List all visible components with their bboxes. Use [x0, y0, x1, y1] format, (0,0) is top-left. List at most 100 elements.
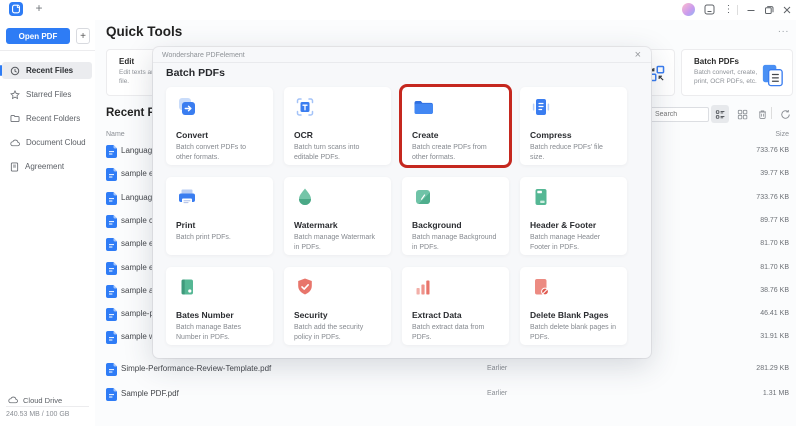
selection-indicator	[0, 137, 2, 148]
sidebar-item-recent-folders[interactable]: Recent Folders	[2, 110, 92, 127]
list-view-button[interactable]	[711, 105, 729, 123]
sidebar-item-agreement[interactable]: Agreement	[2, 158, 92, 175]
pdf-file-icon	[106, 388, 117, 406]
file-row[interactable]: Simple-Performance-Review-Template.pdf Ea…	[95, 360, 796, 378]
dialog-tool-create[interactable]: Create Batch create PDFs from other forma…	[402, 87, 509, 165]
file-size: 733.76 KB	[756, 194, 789, 201]
file-size: 38.76 KB	[760, 287, 789, 294]
pdf-file-icon	[106, 238, 117, 256]
file-name: sample a	[121, 286, 154, 295]
bates-number-icon	[176, 279, 198, 302]
open-pdf-button[interactable]: Open PDF	[6, 28, 70, 44]
tool-title: Convert	[176, 130, 209, 140]
sidebar-item-label: Document Cloud	[26, 138, 86, 147]
dialog-tool-compress[interactable]: Compress Batch reduce PDFs' file size.	[520, 87, 627, 165]
dialog-tool-background[interactable]: Background Batch manage Background in PDF…	[402, 177, 509, 255]
grid-view-button[interactable]	[733, 105, 751, 123]
avatar[interactable]	[682, 3, 695, 16]
sidebar-divider	[0, 50, 95, 51]
more-menu-icon[interactable]: ⋮	[722, 3, 735, 16]
file-name: sample e	[121, 169, 154, 178]
print-icon	[176, 189, 198, 212]
add-file-button[interactable]: +	[76, 28, 90, 44]
dialog-tool-ocr[interactable]: OCR Batch turn scans into editable PDFs.	[284, 87, 391, 165]
trash-icon[interactable]	[753, 105, 771, 123]
column-header-size[interactable]: Size	[775, 131, 789, 138]
sidebar-item-document-cloud[interactable]: Document Cloud	[2, 134, 92, 151]
file-name: Sample PDF.pdf	[121, 389, 179, 398]
cloud-drive-label: Cloud Drive	[23, 395, 63, 405]
file-row[interactable]: Sample PDF.pdf Earlier 1.31 MB	[95, 385, 796, 403]
file-name: sample e	[121, 263, 154, 272]
dialog-tool-print[interactable]: Print Batch print PDFs.	[166, 177, 273, 255]
pdfelement-window: + ⋮ Open PDF + Recent Files Starred Files…	[0, 0, 796, 426]
toolbar-divider	[771, 107, 772, 119]
pdf-file-icon	[106, 145, 117, 163]
quick-tool-batch-pdfs-card[interactable]: Batch PDFs Batch convert, create, print, …	[681, 49, 793, 96]
dialog-tool-bates-number[interactable]: Bates Number Batch manage Bates Number in…	[166, 267, 273, 345]
star-icon	[10, 89, 20, 100]
tool-title: Compress	[530, 130, 572, 140]
sidebar-item-label: Recent Files	[26, 66, 74, 75]
watermark-icon	[294, 188, 316, 212]
close-button[interactable]	[780, 3, 793, 16]
dialog-tool-header-footer[interactable]: Header & Footer Batch manage Header Foote…	[520, 177, 627, 255]
dialog-tool-security[interactable]: Security Batch add the security policy in…	[284, 267, 391, 345]
tool-desc: Batch extract data from PDFs.	[412, 324, 485, 341]
tool-desc: Batch print PDFs.	[176, 234, 231, 241]
tool-desc: Batch manage Header Footer in PDFs.	[530, 234, 601, 251]
pdf-file-icon	[106, 215, 117, 233]
convert-icon	[176, 98, 198, 122]
tool-desc: Batch manage Background in PDFs.	[412, 234, 497, 251]
selection-indicator	[0, 113, 2, 124]
tool-desc: Batch manage Bates Number in PDFs.	[176, 324, 241, 341]
sidebar-item-label: Recent Folders	[26, 114, 81, 123]
file-size: 31.91 KB	[760, 333, 789, 340]
maximize-button[interactable]	[762, 3, 775, 16]
tool-title: Background	[412, 220, 462, 230]
pdf-file-icon	[106, 262, 117, 280]
file-name: sample w	[121, 332, 155, 341]
header-footer-icon	[530, 189, 552, 212]
pdf-file-icon	[106, 285, 117, 303]
storage-usage: 240.53 MB / 100 GB	[6, 411, 70, 418]
sidebar-item-starred-files[interactable]: Starred Files	[2, 86, 92, 103]
file-size: 89.77 KB	[760, 217, 789, 224]
security-icon	[294, 278, 316, 302]
dialog-heading: Batch PDFs	[166, 67, 225, 79]
more-tools-button[interactable]: ...	[778, 24, 789, 35]
dialog-tool-watermark[interactable]: Watermark Batch manage Watermark in PDFs.	[284, 177, 391, 255]
column-header-name[interactable]: Name	[106, 131, 125, 138]
selection-indicator	[0, 161, 2, 172]
file-name: sample e	[121, 239, 154, 248]
window-panel-icon[interactable]	[703, 3, 716, 16]
extract-data-icon	[412, 280, 434, 302]
dialog-close-icon[interactable]: ×	[635, 49, 641, 61]
new-tab-button[interactable]: +	[32, 1, 46, 15]
sidebar-item-recent-files[interactable]: Recent Files	[0, 62, 92, 79]
pdf-file-icon	[106, 168, 117, 186]
dialog-divider	[153, 62, 651, 63]
pdf-file-icon	[106, 363, 117, 381]
tool-title: Extract Data	[412, 310, 462, 320]
storage-divider	[6, 406, 89, 407]
background-icon	[412, 190, 434, 212]
file-size: 46.41 KB	[760, 310, 789, 317]
dialog-tool-convert[interactable]: Convert Batch convert PDFs to other forma…	[166, 87, 273, 165]
refresh-icon[interactable]	[776, 105, 794, 123]
tool-desc: Batch add the security policy in PDFs.	[294, 324, 364, 341]
selection-indicator	[0, 89, 2, 100]
tool-desc: Batch create PDFs from other formats.	[412, 144, 487, 161]
compress-icon	[530, 99, 552, 122]
search-input[interactable]	[650, 107, 709, 122]
file-name: Language	[121, 193, 157, 202]
dialog-tool-delete-blank-pages[interactable]: Delete Blank Pages Batch delete blank pag…	[520, 267, 627, 345]
minimize-button[interactable]	[744, 3, 757, 16]
create-icon	[412, 101, 434, 122]
file-name: sample cl	[121, 216, 155, 225]
file-name: Simple-Performance-Review-Template.pdf	[121, 364, 272, 373]
tool-title: Bates Number	[176, 310, 234, 320]
dialog-tool-extract-data[interactable]: Extract Data Batch extract data from PDFs…	[402, 267, 509, 345]
tool-desc: Batch manage Watermark in PDFs.	[294, 234, 376, 251]
file-size: 281.29 KB	[756, 365, 789, 372]
